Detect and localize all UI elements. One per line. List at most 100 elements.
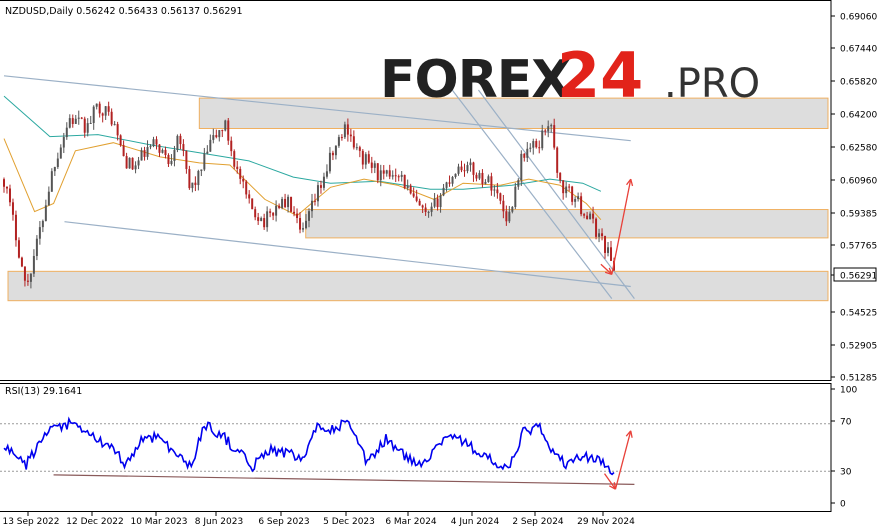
sr-zone-3 xyxy=(7,270,829,302)
candle-body xyxy=(113,124,116,126)
candle-body xyxy=(442,187,445,196)
time-tick-label: 8 Jun 2023 xyxy=(195,517,243,527)
candle-body xyxy=(272,212,275,216)
candle-body xyxy=(373,163,376,168)
price-tick-label: 0.52905 xyxy=(840,342,877,352)
price-tick-label: 0.51285 xyxy=(840,374,877,384)
candle-body xyxy=(328,152,331,172)
time-tick-label: 5 Dec 2023 xyxy=(323,517,375,527)
candle-body xyxy=(38,227,41,239)
candle-body xyxy=(302,228,305,230)
watermark-suffix: .PRO xyxy=(664,61,760,107)
candle-body xyxy=(110,111,113,125)
candle-body xyxy=(254,209,257,218)
candle-body xyxy=(316,185,319,202)
candle-body xyxy=(574,199,577,202)
sr-zone-2 xyxy=(305,209,829,239)
candle-body xyxy=(236,166,239,169)
candle-body xyxy=(209,139,212,152)
candle-body xyxy=(242,178,245,182)
candle-body xyxy=(269,211,272,213)
candle-body xyxy=(203,153,206,170)
candle-body xyxy=(538,147,541,149)
candle-body xyxy=(355,147,358,149)
candle-body xyxy=(11,202,14,215)
candle-body xyxy=(484,181,487,184)
candle-body xyxy=(568,186,571,188)
candle-body xyxy=(56,158,59,168)
candle-body xyxy=(388,170,391,177)
candle-body xyxy=(550,125,553,127)
candle-body xyxy=(607,247,610,253)
candle-body xyxy=(610,247,613,261)
candle-body xyxy=(451,176,454,184)
time-tick-label: 6 Mar 2024 xyxy=(385,517,437,527)
candle-body xyxy=(155,139,158,145)
candle-body xyxy=(305,220,308,229)
candle-body xyxy=(445,182,448,188)
forex-chart: FOREX 24 .PRO NZDUSD,Daily 0.56242 0.564… xyxy=(0,0,877,527)
candle-body xyxy=(218,130,221,138)
candle-body xyxy=(119,135,122,146)
candle-body xyxy=(325,171,328,177)
candle-body xyxy=(68,118,71,128)
candle-body xyxy=(493,189,496,191)
candle-body xyxy=(29,273,32,282)
candle-body xyxy=(361,150,364,165)
candle-body xyxy=(310,200,313,212)
candle-body xyxy=(580,196,583,215)
candle-body xyxy=(562,180,565,194)
candle-body xyxy=(532,141,535,148)
price-tick-label: 0.69060 xyxy=(840,13,877,23)
candle-body xyxy=(14,214,17,241)
candle-body xyxy=(553,125,556,148)
candle-body xyxy=(89,122,92,124)
candle-body xyxy=(275,205,278,216)
rsi-pane xyxy=(0,383,831,512)
candle-body xyxy=(251,198,254,210)
candle-body xyxy=(487,176,490,182)
candle-body xyxy=(152,139,155,147)
candle-body xyxy=(161,149,164,153)
candle-body xyxy=(182,144,185,151)
candle-body xyxy=(598,233,601,237)
candle-body xyxy=(313,200,316,202)
candle-body xyxy=(469,162,472,166)
candle-body xyxy=(65,127,68,138)
candle-body xyxy=(212,135,215,140)
watermark-number: 24 xyxy=(557,39,643,112)
candle-body xyxy=(382,170,385,174)
candle-body xyxy=(436,198,439,208)
candle-body xyxy=(391,175,394,177)
candle-body xyxy=(35,238,38,256)
price-tick-label: 0.59385 xyxy=(840,210,877,220)
candle-body xyxy=(128,157,131,169)
candle-body xyxy=(260,218,263,221)
candle-body xyxy=(191,182,194,189)
candle-body xyxy=(439,195,442,208)
candle-body xyxy=(95,103,98,107)
candle-body xyxy=(376,163,379,181)
time-tick-label: 10 Mar 2023 xyxy=(130,517,187,527)
candle-body xyxy=(583,214,586,216)
last-price-label: 0.56291 xyxy=(840,272,877,282)
candle-body xyxy=(5,186,8,189)
candle-body xyxy=(215,135,218,138)
candle-body xyxy=(194,182,197,186)
candle-body xyxy=(164,149,167,156)
candle-body xyxy=(406,185,409,189)
candle-body xyxy=(478,172,481,179)
candle-body xyxy=(592,213,595,219)
candle-body xyxy=(188,169,191,189)
candle-body xyxy=(508,211,511,222)
candle-body xyxy=(586,215,589,220)
candle-body xyxy=(427,211,430,213)
candle-body xyxy=(517,180,520,187)
candle-body xyxy=(349,134,352,137)
candle-body xyxy=(571,186,574,202)
candle-body xyxy=(424,207,427,212)
candle-body xyxy=(463,170,466,172)
time-tick-label: 13 Sep 2022 xyxy=(2,517,59,527)
candle-body xyxy=(475,174,478,179)
candle-body xyxy=(80,117,83,119)
